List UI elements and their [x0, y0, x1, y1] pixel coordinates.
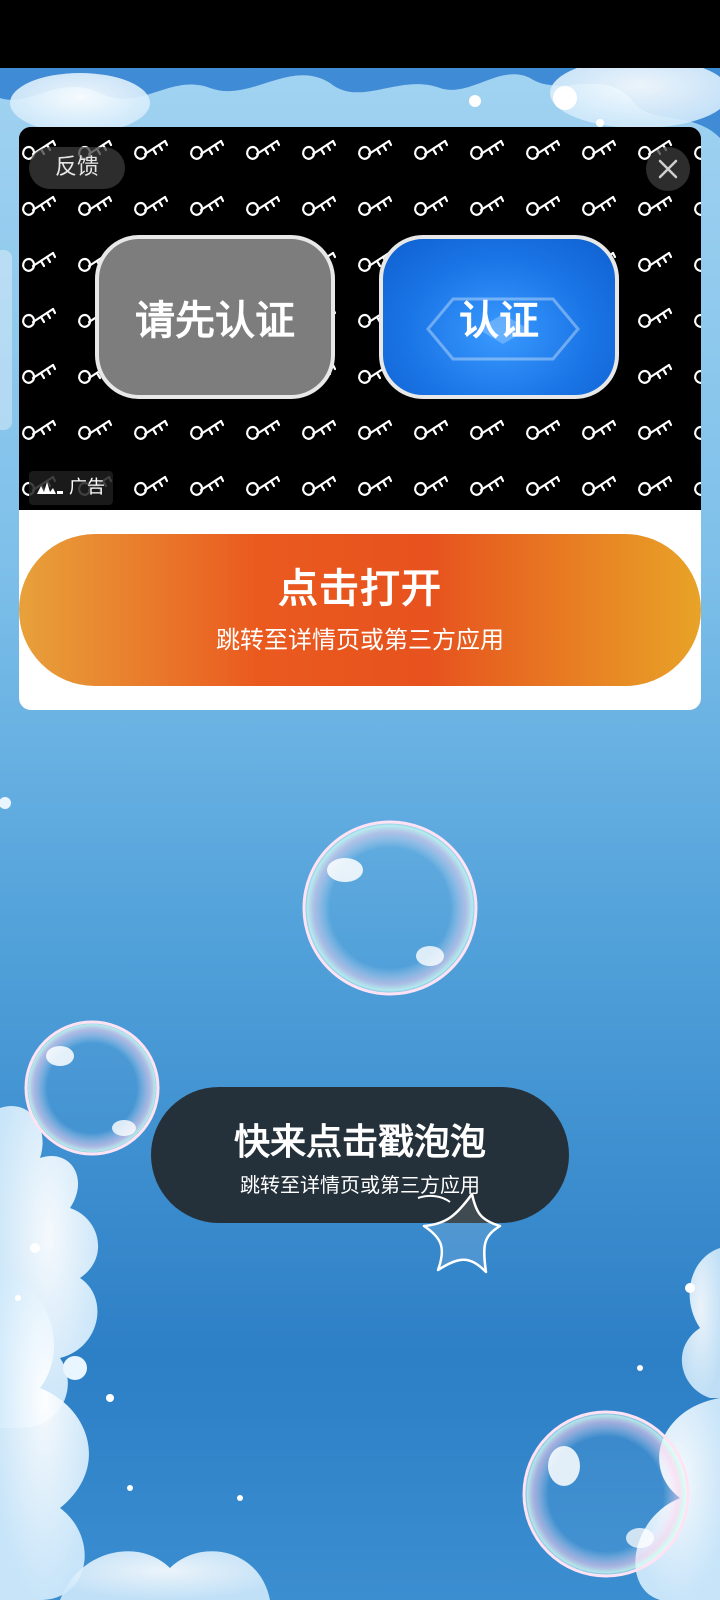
soap-bubble-icon — [24, 1020, 160, 1156]
status-bar — [0, 0, 720, 68]
bubble-left[interactable] — [22, 1018, 162, 1158]
ad-badge: 广告 — [29, 471, 113, 505]
star-outline-icon — [417, 1192, 502, 1274]
screen: 反馈 请先认证 认证 广告 点击打开 跳转至详情页或第三方应用 快来点击戳泡泡 … — [0, 0, 720, 1600]
ad-media[interactable]: 反馈 请先认证 认证 广告 — [19, 127, 701, 510]
ad-card[interactable]: 反馈 请先认证 认证 广告 点击打开 跳转至详情页或第三方应用 — [19, 127, 701, 710]
soap-bubble-icon — [302, 820, 478, 996]
ad-network-logo-icon — [37, 482, 63, 494]
open-app-button[interactable]: 点击打开 跳转至详情页或第三方应用 — [19, 534, 701, 686]
verify-first-label: 请先认证 — [135, 298, 295, 344]
feedback-button[interactable]: 反馈 — [29, 147, 125, 189]
bubble-bottom-right[interactable] — [520, 1408, 692, 1580]
close-icon — [658, 159, 678, 179]
soap-bubble-icon — [522, 1410, 690, 1578]
side-drawer-handle[interactable] — [0, 250, 12, 430]
ad-label: 广告 — [69, 477, 105, 498]
verify-label: 认证 — [459, 298, 539, 344]
close-ad-button[interactable] — [646, 147, 690, 191]
verify-button[interactable]: 认证 — [379, 235, 619, 399]
bubble-large[interactable] — [300, 818, 480, 998]
verify-first-button[interactable]: 请先认证 — [95, 235, 335, 399]
poke-title: 快来点击戳泡泡 — [233, 1122, 486, 1163]
open-button-title: 点击打开 — [278, 566, 442, 612]
open-button-subtitle: 跳转至详情页或第三方应用 — [216, 626, 504, 654]
